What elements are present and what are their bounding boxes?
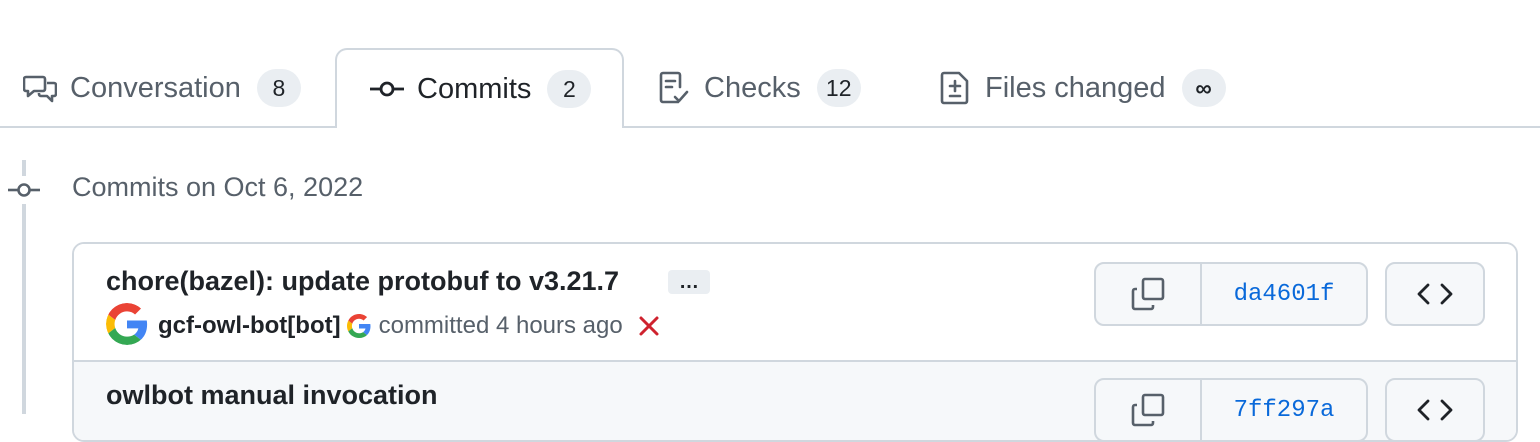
commit-title-link[interactable]: chore(bazel): update protobuf to v3.21.7 bbox=[106, 266, 619, 297]
copy-icon bbox=[1131, 393, 1165, 427]
commit-sha-link[interactable]: da4601f bbox=[1202, 264, 1366, 324]
commit-sha-button-group: da4601f bbox=[1094, 262, 1368, 326]
file-diff-icon bbox=[937, 70, 973, 106]
code-icon bbox=[1417, 283, 1453, 305]
browse-repo-at-commit-button[interactable] bbox=[1385, 378, 1485, 440]
tab-files-changed-label: Files changed bbox=[985, 71, 1166, 104]
tab-commits-count: 2 bbox=[547, 70, 592, 108]
tab-conversation[interactable]: Conversation 8 bbox=[22, 48, 301, 128]
timeline-commit-icon bbox=[8, 176, 40, 204]
tab-files-changed[interactable]: Files changed ∞ bbox=[937, 48, 1226, 128]
commit-icon bbox=[369, 71, 405, 107]
tab-checks[interactable]: Checks 12 bbox=[656, 48, 861, 128]
commit-row: owlbot manual invocation 7ff297a bbox=[74, 362, 1516, 440]
google-logo-icon bbox=[106, 302, 148, 345]
tab-conversation-label: Conversation bbox=[70, 71, 241, 104]
commit-author-link[interactable]: gcf-owl-bot[bot] bbox=[158, 312, 341, 340]
tab-conversation-count: 8 bbox=[256, 69, 301, 107]
failure-x-icon[interactable] bbox=[637, 314, 661, 338]
conversation-icon bbox=[22, 70, 58, 106]
commit-list: chore(bazel): update protobuf to v3.21.7… bbox=[72, 242, 1518, 442]
tab-commits[interactable]: Commits 2 bbox=[335, 48, 624, 128]
commit-row: chore(bazel): update protobuf to v3.21.7… bbox=[74, 244, 1516, 362]
tab-checks-count: 12 bbox=[816, 69, 861, 107]
commit-title-link[interactable]: owlbot manual invocation bbox=[106, 380, 438, 411]
commits-date-heading: Commits on Oct 6, 2022 bbox=[72, 172, 364, 202]
copy-sha-button[interactable] bbox=[1096, 264, 1202, 324]
commit-time-text: committed 4 hours ago bbox=[378, 312, 623, 339]
commit-sha-link[interactable]: 7ff297a bbox=[1202, 380, 1366, 440]
code-icon bbox=[1417, 399, 1453, 421]
copy-icon bbox=[1131, 277, 1165, 311]
pr-tab-bar: Conversation 8 Commits 2 Checks 12 Files… bbox=[0, 0, 1540, 128]
browse-repo-at-commit-button[interactable] bbox=[1385, 262, 1485, 326]
commit-meta: gcf-owl-bot[bot] committed 4 hours ago bbox=[106, 302, 661, 346]
expand-commit-message-button[interactable]: … bbox=[668, 270, 710, 294]
author-avatar[interactable] bbox=[106, 302, 158, 350]
google-logo-icon bbox=[346, 314, 371, 338]
tab-commits-label: Commits bbox=[417, 72, 532, 105]
tab-files-changed-count: ∞ bbox=[1181, 69, 1226, 107]
checks-icon bbox=[656, 70, 692, 106]
tab-checks-label: Checks bbox=[704, 71, 801, 104]
commit-sha-button-group: 7ff297a bbox=[1094, 378, 1368, 440]
copy-sha-button[interactable] bbox=[1096, 380, 1202, 440]
